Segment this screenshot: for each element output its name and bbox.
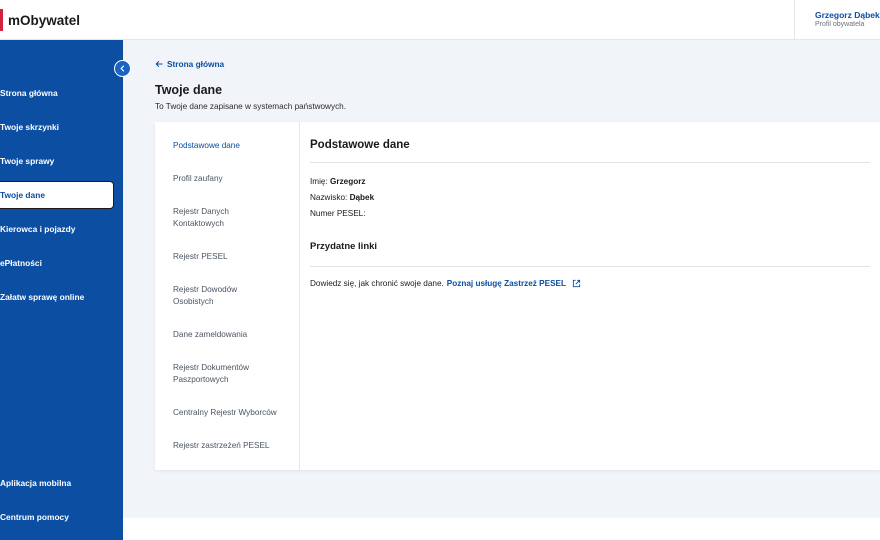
tab-centralny-rejestr-wyborcow[interactable]: Centralny Rejestr Wyborców — [173, 407, 293, 419]
sidebar-item-zalatw-sprawe-online[interactable]: Załatw sprawę online — [0, 283, 114, 311]
links-title: Przydatne linki — [310, 241, 378, 252]
page-subtitle: To Twoje dane zapisane w systemach państ… — [155, 102, 346, 111]
page-title: Twoje dane — [155, 83, 223, 97]
sidebar-item-twoje-dane[interactable]: Twoje dane — [0, 181, 114, 209]
sidebar-item-strona-glowna[interactable]: Strona główna — [0, 79, 114, 107]
pesel-row: Numer PESEL: — [310, 209, 366, 218]
sidebar-item-twoje-skrzynki[interactable]: Twoje skrzynki — [0, 113, 114, 141]
top-bar: mObywatel Grzegorz Dąbek Profil obywatel… — [0, 0, 880, 40]
user-name: Grzegorz Dąbek — [815, 10, 880, 20]
useful-link-row: Dowiedz się, jak chronić swoje dane. Poz… — [310, 279, 581, 288]
brand-logo[interactable]: mObywatel — [0, 9, 80, 31]
external-link-icon[interactable] — [572, 279, 581, 288]
tab-dane-zameldowania[interactable]: Dane zameldowania — [173, 329, 293, 341]
data-panel: Podstawowe dane Profil zaufany Rejestr D… — [155, 122, 880, 470]
user-profile-menu[interactable]: Grzegorz Dąbek Profil obywatela — [794, 0, 880, 40]
sidebar-item-centrum-pomocy[interactable]: Centrum pomocy — [0, 503, 114, 531]
section-divider — [310, 162, 870, 163]
links-divider — [310, 266, 870, 267]
tab-rejestr-danych-kontaktowych[interactable]: Rejestr Danych Kontaktowych — [173, 206, 243, 230]
sidebar-item-twoje-sprawy[interactable]: Twoje sprawy — [0, 147, 114, 175]
tab-profil-zaufany[interactable]: Profil zaufany — [173, 173, 293, 185]
zastrzez-pesel-link[interactable]: Poznaj usługę Zastrzeż PESEL — [447, 279, 566, 288]
pesel-label: Numer PESEL: — [310, 209, 366, 218]
sidebar: Strona główna Twoje skrzynki Twoje spraw… — [0, 40, 123, 540]
first-name-row: Imię: Grzegorz — [310, 177, 366, 186]
footer-strip — [123, 518, 880, 540]
main-content: Strona główna Twoje dane To Twoje dane z… — [123, 40, 880, 518]
back-link[interactable]: Strona główna — [155, 59, 224, 69]
sidebar-item-kierowca-i-pojazdy[interactable]: Kierowca i pojazdy — [0, 215, 114, 243]
chevron-left-icon — [120, 65, 125, 72]
user-profile-type: Profil obywatela — [815, 21, 865, 28]
sidebar-item-aplikacja-mobilna[interactable]: Aplikacja mobilna — [0, 469, 114, 497]
data-tabs: Podstawowe dane Profil zaufany Rejestr D… — [155, 122, 300, 470]
tab-rejestr-dowodow-osobistych[interactable]: Rejestr Dowodów Osobistych — [173, 284, 245, 308]
arrow-left-icon — [155, 61, 163, 67]
back-link-label: Strona główna — [167, 59, 225, 69]
sidebar-collapse-button[interactable] — [114, 60, 131, 77]
brand-name: mObywatel — [8, 12, 81, 28]
link-description: Dowiedz się, jak chronić swoje dane. — [310, 279, 444, 288]
tab-rejestr-dokumentow-paszportowych[interactable]: Rejestr Dokumentów Paszportowych — [173, 362, 263, 386]
tab-podstawowe-dane[interactable]: Podstawowe dane — [173, 140, 293, 152]
brand-flag-icon — [0, 9, 3, 31]
sidebar-item-eplatnosci[interactable]: ePłatności — [0, 249, 114, 277]
tab-rejestr-pesel[interactable]: Rejestr PESEL — [173, 251, 293, 263]
last-name-label: Nazwisko: — [310, 193, 348, 202]
first-name-value: Grzegorz — [330, 177, 366, 186]
last-name-row: Nazwisko: Dąbek — [310, 193, 374, 202]
last-name-value: Dąbek — [349, 193, 375, 202]
section-title: Podstawowe dane — [310, 139, 410, 151]
tab-rejestr-zastrzezen-pesel[interactable]: Rejestr zastrzeżeń PESEL — [173, 440, 293, 452]
first-name-label: Imię: — [310, 177, 328, 186]
